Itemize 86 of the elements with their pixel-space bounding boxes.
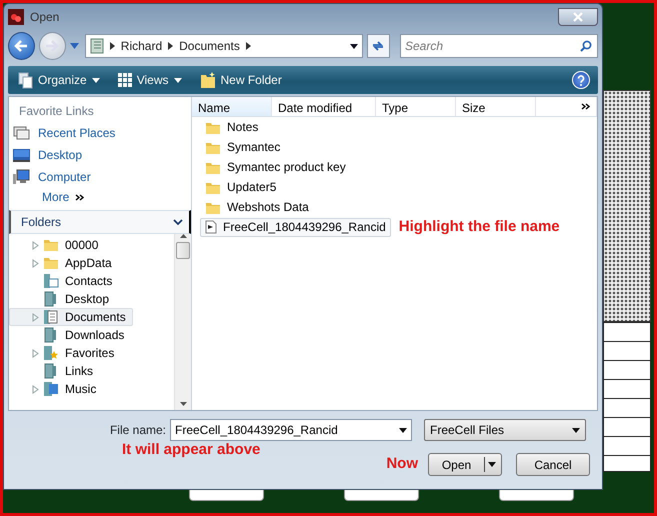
more-columns-icon <box>581 103 590 110</box>
desktop-icon <box>13 147 30 163</box>
folder-tree-item[interactable]: Downloads <box>9 326 132 344</box>
split-button[interactable]: Open <box>428 453 502 476</box>
caret-icon <box>174 78 182 82</box>
address-field[interactable]: Richard Documents <box>84 34 363 58</box>
field-label: File name: <box>108 422 167 439</box>
folder-icon <box>43 327 59 343</box>
annotation-text: Now <box>386 454 418 474</box>
file-list-item[interactable]: Webshots Data <box>200 198 314 216</box>
file-list-item[interactable]: Updater5 <box>200 178 282 196</box>
folder-tree-item[interactable]: Favorites <box>9 344 122 362</box>
scroll-up-arrow-icon <box>180 234 186 238</box>
double-chevron-icon <box>75 194 84 200</box>
back-button[interactable] <box>8 32 35 60</box>
new-folder-icon <box>200 72 216 88</box>
dialog-button[interactable]: Cancel <box>516 453 590 476</box>
scroll-down-arrow-icon <box>180 402 186 406</box>
folder-icon <box>43 363 59 379</box>
folder-tree-item[interactable]: AppData <box>9 254 119 272</box>
pages-icon <box>18 72 33 88</box>
documents-folder-icon <box>43 309 59 325</box>
favorite-link[interactable]: Computer <box>9 166 191 188</box>
expand-arrow-icon <box>32 312 39 322</box>
breadcrumb-arrow-icon <box>246 42 251 50</box>
app-icon <box>8 8 24 24</box>
favorites-folder-icon <box>43 345 59 361</box>
folder-tree-item[interactable]: Desktop <box>9 290 116 308</box>
close-icon <box>573 12 583 22</box>
breadcrumb-arrow-icon <box>110 42 115 50</box>
music-folder-icon <box>43 381 59 397</box>
annotation-text: It will appear above <box>122 440 260 460</box>
file-icon <box>205 220 217 234</box>
section-heading: Favorite Links <box>18 103 95 120</box>
toolbar-button[interactable]: Views <box>116 69 184 91</box>
favorite-link[interactable]: Desktop <box>9 144 191 166</box>
folder-icon <box>43 255 59 271</box>
refresh-icon <box>371 40 386 52</box>
dropdown-caret-icon <box>399 428 407 432</box>
folder-view-icon <box>90 38 104 54</box>
expand-arrow-icon <box>32 384 39 394</box>
close-button[interactable] <box>558 8 598 26</box>
toolbar-button[interactable]: New Folder <box>198 69 284 91</box>
search-icon <box>580 40 592 52</box>
dropdown-caret-icon <box>350 44 358 48</box>
forward-arrow-icon <box>45 40 60 52</box>
folders-header[interactable]: Folders <box>9 210 191 234</box>
more-link[interactable]: More <box>9 188 191 210</box>
contacts-folder-icon <box>43 273 59 289</box>
toolbar-button[interactable]: Organize <box>16 69 102 91</box>
annotation-text: Highlight the file name <box>398 216 560 237</box>
caret-icon <box>92 78 100 82</box>
file-list-item[interactable]: FreeCell_1804439296_Rancid <box>200 218 391 236</box>
question-mark-icon <box>577 74 585 86</box>
file-type-dropdown[interactable]: FreeCell Files <box>424 419 586 441</box>
column-header[interactable]: Name <box>192 97 272 116</box>
file-name-field[interactable]: FreeCell_1804439296_Rancid <box>170 419 412 441</box>
scrollbar[interactable] <box>174 234 191 410</box>
grid-icon <box>118 73 132 87</box>
folder-icon <box>43 291 59 307</box>
breadcrumb-arrow-icon <box>168 42 174 50</box>
expand-arrow-icon <box>32 348 39 358</box>
folder-tree-item[interactable]: 00000 <box>9 236 106 254</box>
scrollbar-thumb[interactable] <box>176 242 190 259</box>
favorite-link[interactable]: Recent Places <box>9 122 191 144</box>
window-title: Open <box>30 8 60 26</box>
folder-tree-item[interactable]: Music <box>9 380 104 398</box>
breadcrumb-link[interactable]: Richard <box>120 37 162 55</box>
back-arrow-icon <box>14 40 28 52</box>
folder-tree-item[interactable]: Documents <box>9 308 133 326</box>
help-button[interactable] <box>572 71 590 89</box>
folder-tree-item[interactable]: Contacts <box>9 272 120 290</box>
breadcrumb-link[interactable]: Documents <box>179 37 240 55</box>
file-list-item[interactable]: Symantec <box>200 138 286 156</box>
file-list-item[interactable]: Symantec product key <box>200 158 351 176</box>
search-field[interactable]: Search <box>400 34 598 58</box>
refresh-button[interactable] <box>366 34 390 58</box>
computer-icon <box>13 169 30 185</box>
recent-places-icon <box>13 125 30 141</box>
chevron-down-icon <box>173 218 183 226</box>
history-caret-icon <box>70 43 79 49</box>
folder-tree-item[interactable]: Links <box>9 362 100 380</box>
dropdown-caret-icon <box>572 428 580 432</box>
caret-icon <box>488 462 496 467</box>
file-list-item[interactable]: Notes <box>200 118 264 136</box>
folder-icon <box>43 237 59 253</box>
